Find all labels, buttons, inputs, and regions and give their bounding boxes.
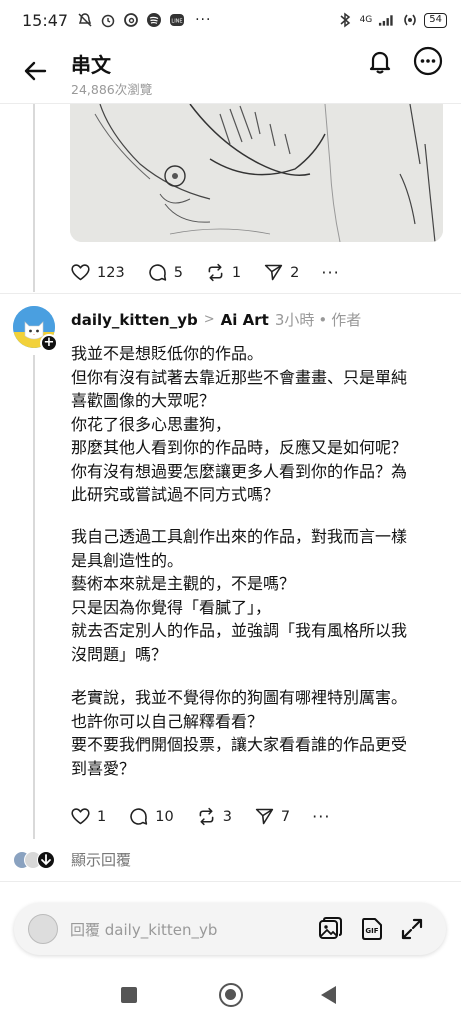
like-count: 1	[97, 808, 107, 825]
threads-icon	[122, 12, 139, 29]
text-line: 你有沒有想過要怎麼讓更多人看到你的作品？為	[71, 461, 408, 481]
line-app-icon: LINE	[168, 12, 185, 29]
battery-indicator: 54	[424, 12, 447, 28]
svg-text:GIF: GIF	[365, 927, 378, 935]
recents-button-icon[interactable]	[121, 987, 137, 1003]
timestamp: 3小時	[274, 311, 315, 329]
bluetooth-icon	[337, 12, 354, 29]
gif-icon[interactable]: GIF	[359, 916, 385, 942]
text-line: 喜歡圖像的大眾呢？	[71, 391, 216, 410]
text-line: 我自己透過工具創作出來的作品，對我而言一樣	[71, 527, 408, 546]
text-line: 到喜愛？	[71, 758, 136, 778]
back-button-icon[interactable]	[321, 986, 336, 1004]
my-avatar	[28, 914, 58, 944]
comment-icon	[130, 808, 148, 825]
share-count: 2	[290, 264, 300, 281]
repost-button[interactable]: 1	[205, 262, 241, 283]
post-divider	[0, 293, 461, 294]
network-type-label: 4G	[359, 15, 373, 25]
heart-icon	[71, 808, 90, 825]
like-button[interactable]: 123	[70, 262, 125, 283]
share-button[interactable]: 2	[263, 262, 299, 283]
thread-line	[33, 104, 35, 292]
follow-plus-icon[interactable]: +	[40, 334, 58, 352]
more-options-icon[interactable]	[413, 46, 443, 76]
status-bar: 15:47 LINE ··· 4G 54	[0, 0, 461, 40]
share-count: 7	[280, 808, 291, 825]
more-notifications-indicator: ···	[195, 12, 212, 28]
text-line: 只是因為你覺得「看膩了」，	[71, 597, 272, 617]
comment-count: 10	[155, 808, 174, 825]
post-image-sketch[interactable]	[70, 104, 443, 242]
more-dots-icon: ···	[321, 263, 340, 282]
status-time: 15:47	[22, 10, 69, 30]
text-line: 我並不是想貶低你的作品。	[71, 344, 264, 363]
text-line: 藝術本來就是主觀的，不是嗎？	[71, 574, 296, 593]
post-more-button[interactable]: ···	[312, 807, 330, 826]
meta-separator: •	[318, 310, 328, 329]
bell-icon[interactable]	[366, 48, 394, 76]
show-replies-link[interactable]: 顯示回覆	[71, 849, 131, 870]
reply-to-user[interactable]: Ai Art	[221, 311, 269, 329]
comment-icon	[149, 264, 166, 281]
reply-composer[interactable]: 回覆 daily_kitten_yb GIF	[14, 903, 446, 955]
comment-button[interactable]: 5	[147, 262, 183, 283]
post-divider	[0, 881, 461, 882]
text-line: 老實說，我並不覺得你的狗圖有哪裡特別厲害。	[71, 688, 408, 707]
header: 串文 24,886次瀏覽	[0, 40, 461, 102]
more-dots-icon: ···	[312, 807, 331, 826]
repost-icon	[199, 807, 214, 826]
spotify-icon	[145, 12, 162, 29]
author-badge: 作者	[331, 311, 362, 329]
signal-icon	[378, 12, 395, 29]
expand-icon[interactable]	[399, 916, 425, 942]
username[interactable]: daily_kitten_yb	[71, 311, 198, 329]
system-nav-bar	[0, 960, 461, 1024]
text-line: 是具創造性的。	[71, 550, 184, 570]
repost-count: 3	[222, 808, 232, 825]
repost-button[interactable]: 3	[196, 806, 232, 827]
reply-paragraph: 我並不是想貶低你的作品。 但你有沒有試著去靠近那些不會畫畫、只是單純 喜歡圖像的…	[71, 342, 451, 507]
text-line: 那麼其他人看到你的作品時，反應又是如何呢？	[71, 438, 408, 457]
thread-line	[33, 355, 35, 839]
hotspot-icon	[401, 12, 418, 29]
text-line: 就去否定別人的作品，並強調「我有風格所以我	[71, 621, 408, 640]
alarm-clock-icon	[99, 12, 116, 29]
text-line: 沒問題」嗎？	[71, 644, 168, 664]
image-icon[interactable]	[317, 916, 343, 942]
text-line: 你花了很多心思畫狗，	[71, 414, 232, 434]
post-more-button[interactable]: ···	[321, 263, 339, 282]
reply-header: daily_kitten_yb > Ai Art 3小時 • 作者	[71, 309, 361, 330]
send-icon	[264, 264, 283, 281]
text-line: 也許你可以自己解釋看看？	[71, 711, 264, 731]
reply-paragraph: 我自己透過工具創作出來的作品，對我而言一樣 是具創造性的。 藝術本來就是主觀的，…	[71, 525, 451, 666]
parent-post-actions: 123 5 1 2 ···	[70, 262, 362, 283]
svg-text:LINE: LINE	[171, 19, 182, 25]
page-title: 串文	[71, 53, 111, 77]
reply-paragraph: 老實說，我並不覺得你的狗圖有哪裡特別厲害。 也許你可以自己解釋看看？ 要不要我們…	[71, 686, 451, 780]
system-icons: 4G 54	[337, 12, 447, 29]
share-button[interactable]: 7	[254, 806, 290, 827]
send-icon	[255, 808, 274, 825]
comment-count: 5	[173, 264, 183, 281]
text-line: 但你有沒有試著去靠近那些不會畫畫、只是單純	[71, 367, 408, 387]
text-line: 要不要我們開個投票，讓大家看看誰的作品更受	[71, 735, 408, 754]
chevron-right-icon: >	[203, 312, 215, 327]
view-count: 24,886次瀏覽	[71, 82, 153, 97]
notification-icons: LINE ···	[76, 12, 211, 29]
repost-icon	[208, 263, 223, 282]
reply-input[interactable]: 回覆 daily_kitten_yb	[70, 919, 217, 940]
back-arrow-icon[interactable]	[22, 58, 48, 84]
arrow-down-icon	[37, 851, 55, 869]
repost-count: 1	[231, 264, 242, 281]
like-button[interactable]: 1	[70, 806, 106, 827]
home-button-icon[interactable]	[219, 983, 243, 1007]
reply-actions: 1 10 3 7 ···	[70, 806, 352, 827]
comment-button[interactable]: 10	[128, 806, 174, 827]
text-line: 此研究或嘗試過不同方式嗎？	[71, 485, 280, 504]
like-count: 123	[97, 264, 125, 281]
heart-icon	[71, 264, 90, 281]
alarm-off-icon	[76, 12, 93, 29]
